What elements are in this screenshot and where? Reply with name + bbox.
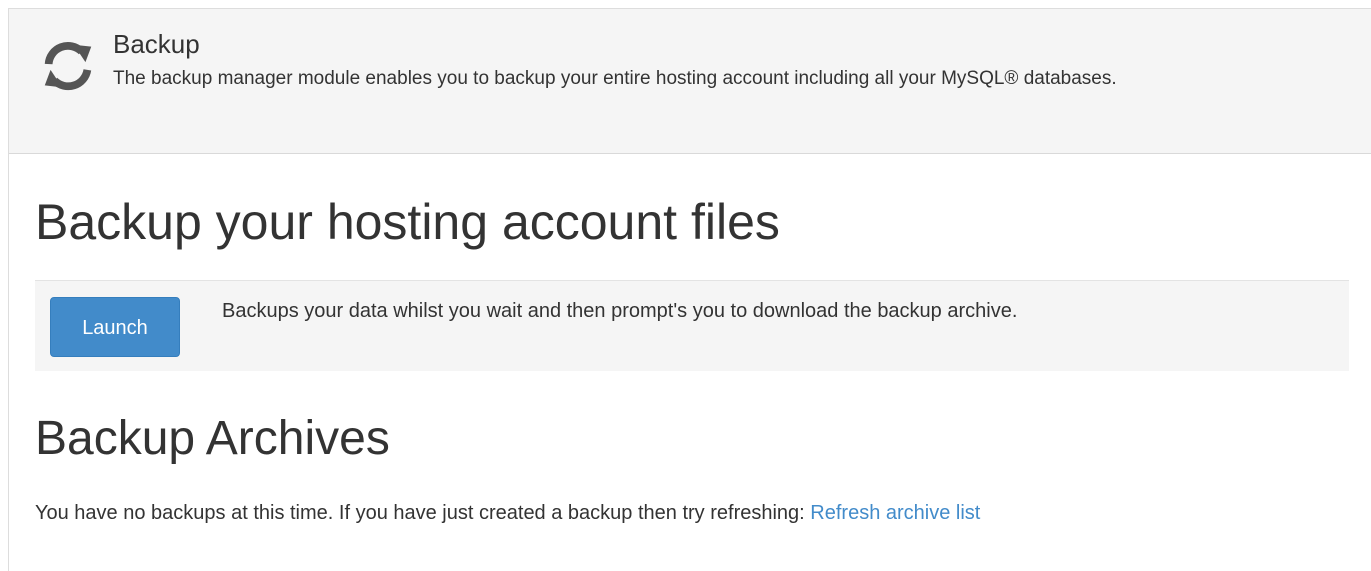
- module-header: Backup The backup manager module enables…: [9, 9, 1371, 154]
- archive-empty-text: You have no backups at this time. If you…: [35, 502, 811, 524]
- launch-button[interactable]: Launch: [50, 297, 180, 357]
- backup-files-heading: Backup your hosting account files: [35, 194, 780, 250]
- launch-panel: Launch Backups your data whilst you wait…: [35, 281, 1349, 371]
- module-title: Backup: [113, 29, 200, 59]
- refresh-archive-list-link[interactable]: Refresh archive list: [810, 502, 980, 524]
- module-container: Backup The backup manager module enables…: [8, 8, 1371, 571]
- module-description: The backup manager module enables you to…: [113, 68, 1117, 89]
- launch-description: Backups your data whilst you wait and th…: [222, 300, 1018, 322]
- refresh-sync-icon: [44, 42, 92, 91]
- backup-archives-heading: Backup Archives: [35, 412, 390, 465]
- archive-empty-message: You have no backups at this time. If you…: [35, 501, 980, 525]
